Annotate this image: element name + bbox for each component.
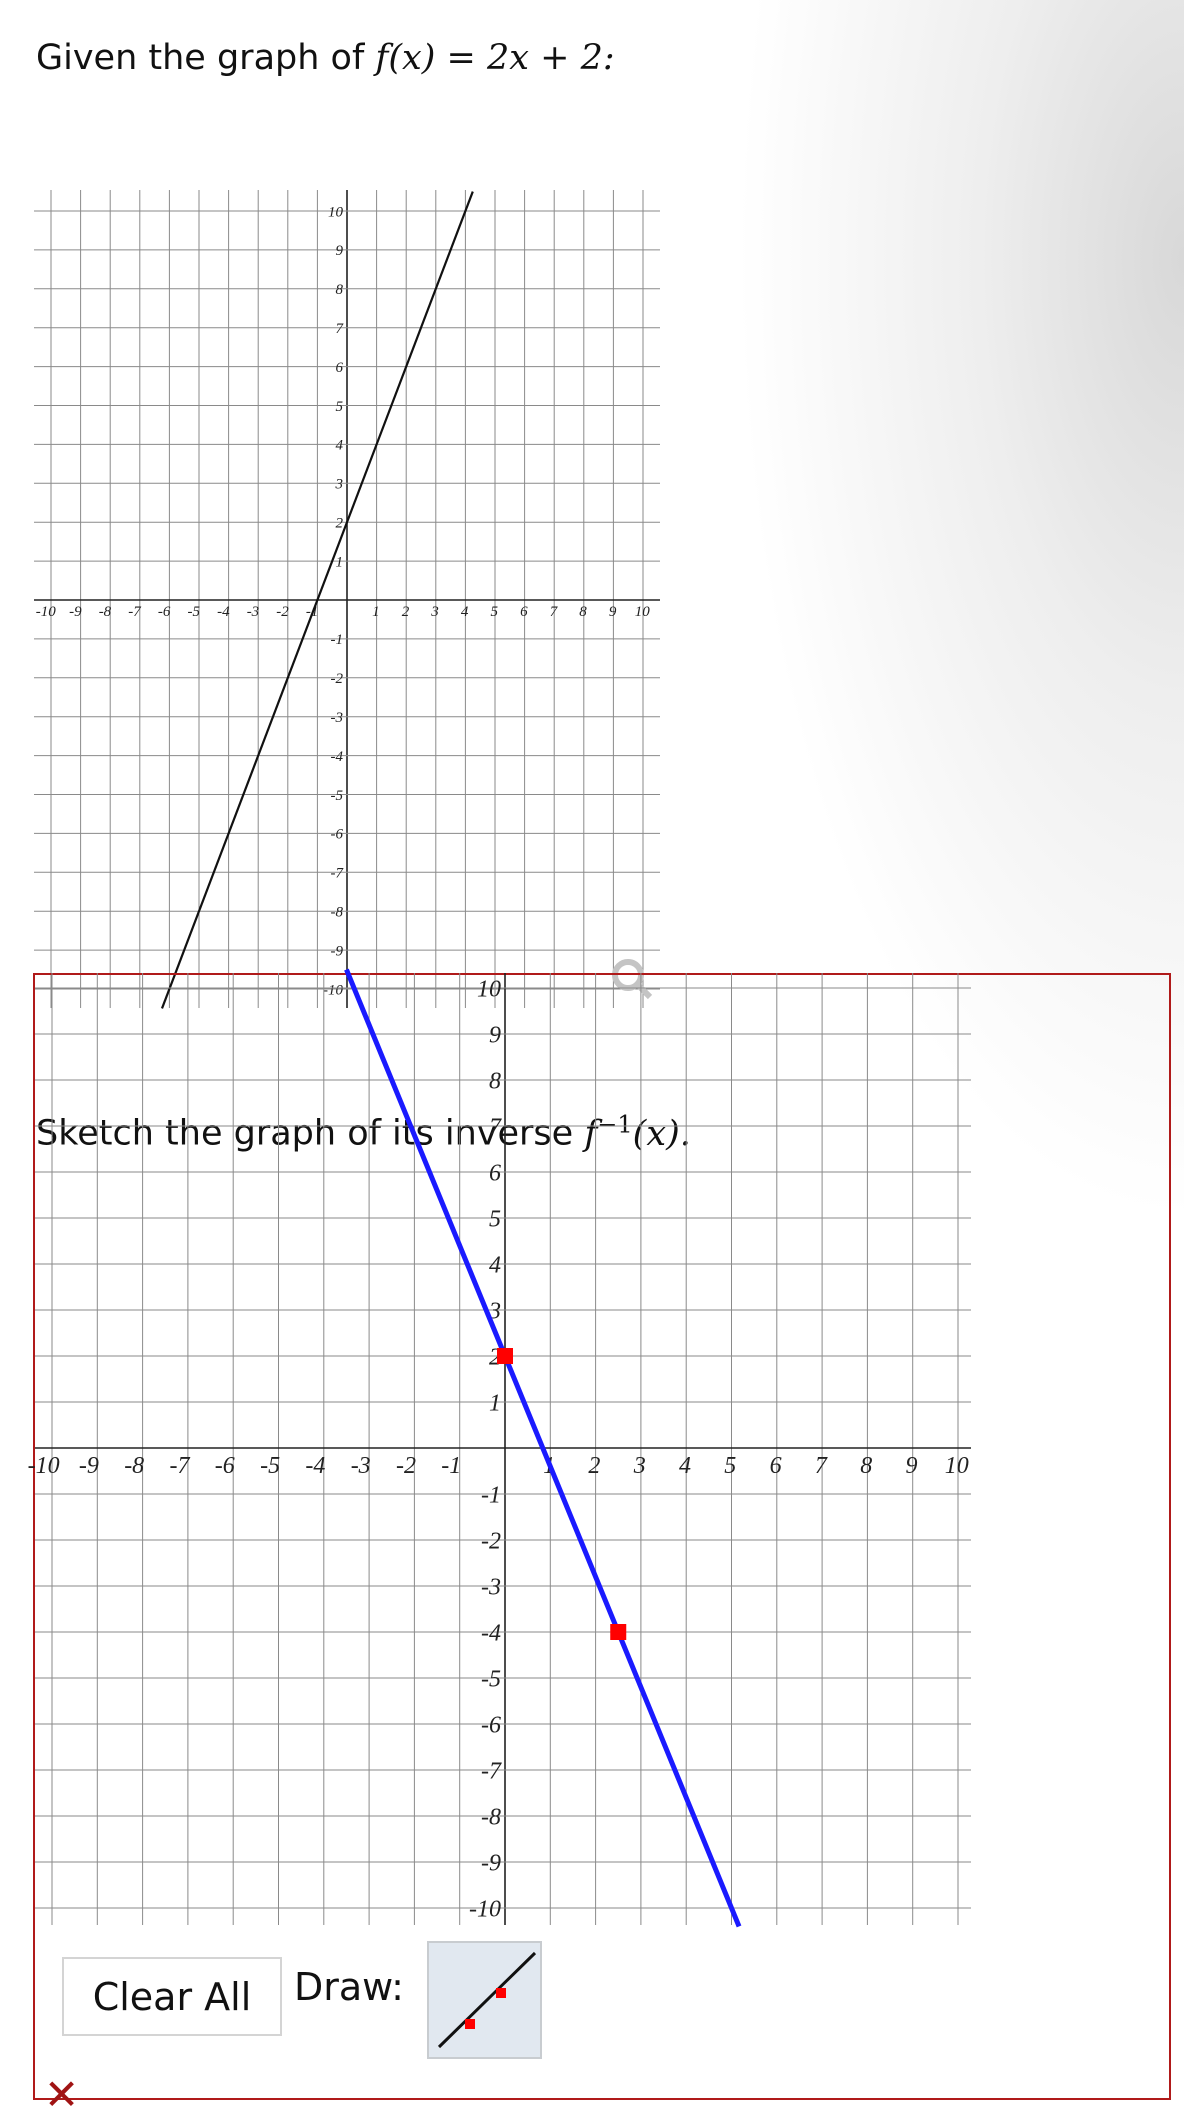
y-tick-label: 7 xyxy=(336,321,345,337)
x-tick-label: 1 xyxy=(372,604,380,620)
x-tick-label: -1 xyxy=(441,1453,461,1479)
function-expression: f(x) = 2x + 2: xyxy=(375,38,615,78)
x-tick-label: -4 xyxy=(217,604,230,620)
y-tick-label: 8 xyxy=(489,1068,501,1094)
clear-all-button[interactable]: Clear All xyxy=(62,1957,282,2036)
x-tick-label: 10 xyxy=(635,604,651,620)
line-point-handle xyxy=(610,1624,627,1640)
y-tick-label: -2 xyxy=(481,1528,501,1554)
y-tick-label: 4 xyxy=(489,1252,501,1278)
x-tick-label: -4 xyxy=(305,1453,325,1479)
given-text: Given the graph of xyxy=(36,38,365,78)
x-tick-label: 6 xyxy=(770,1453,782,1479)
line-segment-tool-icon xyxy=(437,1951,537,2049)
x-tick-label: -7 xyxy=(170,1453,191,1479)
line-point-handle xyxy=(497,1348,513,1364)
line-tool-button[interactable] xyxy=(427,1941,542,2059)
x-tick-label: -8 xyxy=(124,1453,144,1479)
x-tick-label: 7 xyxy=(550,604,559,620)
y-tick-label: 1 xyxy=(336,554,344,570)
x-tick-label: 10 xyxy=(945,1453,969,1479)
x-tick-label: 4 xyxy=(679,1453,691,1479)
x-tick-label: 3 xyxy=(430,604,439,620)
y-tick-label: -4 xyxy=(481,1620,501,1646)
y-tick-label: 5 xyxy=(336,399,344,415)
y-tick-label: -8 xyxy=(481,1804,501,1830)
question-given: Given the graph of f(x) = 2x + 2: xyxy=(36,38,615,78)
y-tick-label: -6 xyxy=(481,1712,501,1738)
x-tick-label: -10 xyxy=(36,604,56,620)
incorrect-x-icon: ✕ xyxy=(44,2070,80,2119)
y-tick-label: -5 xyxy=(481,1666,501,1692)
x-tick-label: 2 xyxy=(402,604,410,620)
x-tick-label: 9 xyxy=(906,1453,918,1479)
x-tick-label: -3 xyxy=(351,1453,371,1479)
x-tick-label: -2 xyxy=(396,1453,416,1479)
y-tick-label: 4 xyxy=(336,438,344,454)
y-tick-label: 7 xyxy=(489,1114,502,1140)
y-tick-label: 1 xyxy=(489,1390,501,1416)
y-tick-label: -5 xyxy=(331,788,344,804)
y-tick-label: 6 xyxy=(336,360,344,376)
y-tick-label: 9 xyxy=(336,243,344,259)
y-tick-label: -3 xyxy=(331,710,344,726)
y-tick-label: -4 xyxy=(331,749,344,765)
x-tick-label: -9 xyxy=(69,604,82,620)
y-tick-label: -7 xyxy=(481,1758,502,1784)
y-tick-label: -3 xyxy=(481,1574,501,1600)
y-tick-label: -6 xyxy=(331,827,344,843)
x-tick-label: -8 xyxy=(99,604,112,620)
y-tick-label: -1 xyxy=(331,632,344,648)
y-tick-label: -2 xyxy=(331,671,344,687)
y-tick-label: 8 xyxy=(336,282,344,298)
y-tick-label: -9 xyxy=(331,943,344,959)
y-tick-label: -9 xyxy=(481,1850,501,1876)
y-tick-label: -7 xyxy=(331,866,345,882)
y-tick-label: 6 xyxy=(489,1160,501,1186)
draw-label: Draw: xyxy=(294,1965,404,2009)
x-tick-label: 3 xyxy=(633,1453,646,1479)
x-tick-label: -10 xyxy=(28,1453,60,1479)
x-tick-label: 2 xyxy=(588,1453,600,1479)
x-tick-label: -3 xyxy=(247,604,260,620)
x-tick-label: -6 xyxy=(215,1453,235,1479)
x-tick-label: 8 xyxy=(860,1453,872,1479)
x-tick-label: -5 xyxy=(260,1453,280,1479)
y-tick-label: -10 xyxy=(469,1896,501,1922)
y-tick-label: 10 xyxy=(328,204,344,220)
y-tick-label: 5 xyxy=(489,1206,501,1232)
y-tick-label: 3 xyxy=(335,477,344,493)
x-tick-label: 7 xyxy=(815,1453,828,1479)
y-tick-label: 2 xyxy=(336,515,344,531)
x-tick-label: 5 xyxy=(491,604,499,620)
x-tick-label: 4 xyxy=(461,604,469,620)
x-tick-label: 6 xyxy=(520,604,528,620)
x-tick-label: 8 xyxy=(579,604,587,620)
x-tick-label: -6 xyxy=(158,604,171,620)
x-tick-label: -2 xyxy=(276,604,289,620)
y-tick-label: 9 xyxy=(489,1022,501,1048)
given-function-graph: -10 -9 -8 -7 -6 -5 -4 -3 -2 -1 1 2 3 4 5 6 7 8 9 10 10 9 8 7 6 5 4… xyxy=(34,190,660,1009)
x-tick-label: -5 xyxy=(188,604,201,620)
y-tick-label: 10 xyxy=(477,976,501,1002)
y-tick-label: -1 xyxy=(481,1482,501,1508)
x-tick-label: 5 xyxy=(724,1453,736,1479)
y-tick-label: -8 xyxy=(331,904,344,920)
x-tick-label: -7 xyxy=(128,604,142,620)
x-tick-label: -9 xyxy=(79,1453,99,1479)
inverse-drawing-graph[interactable]: -10 -9 -8 -7 -6 -5 -4 -3 -2 -1 1 2 3 4 5 6 7 8 9 10 10 9 8 7 6 5 4… xyxy=(0,960,1000,1940)
x-tick-label: 9 xyxy=(609,604,617,620)
